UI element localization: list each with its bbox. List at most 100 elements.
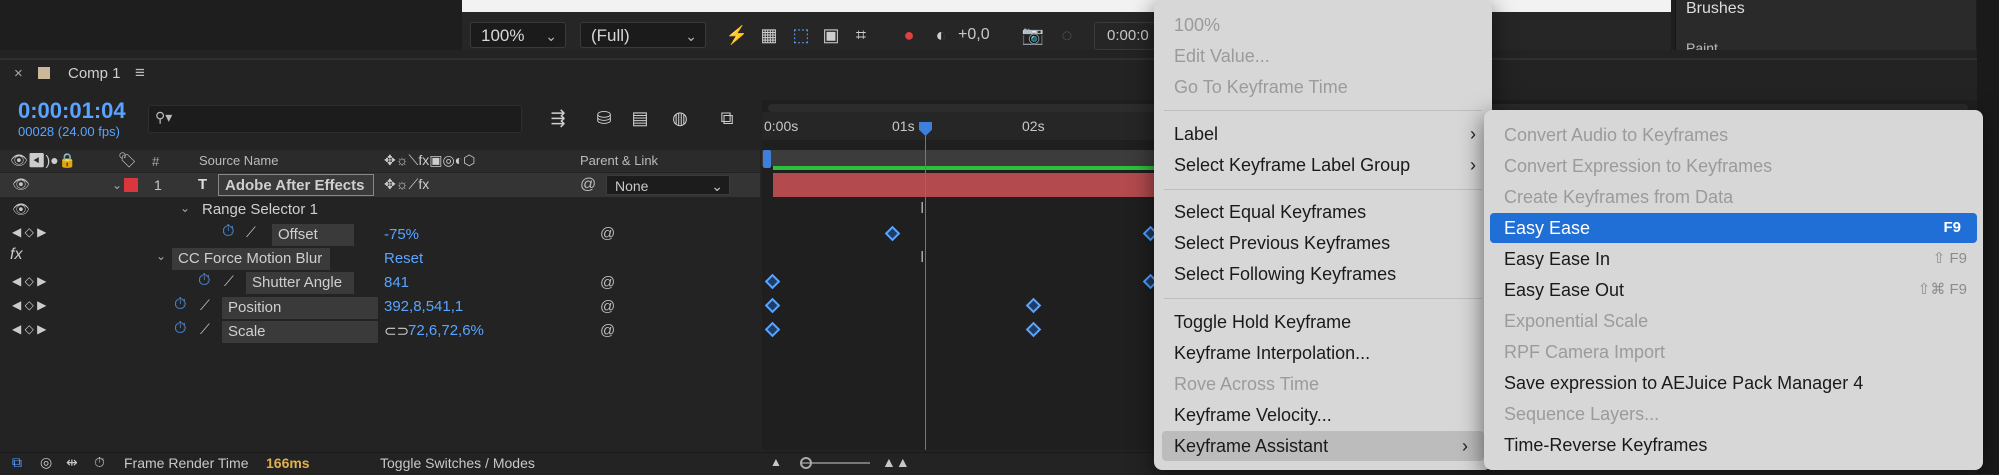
frame-blending-icon[interactable]: ◍	[667, 105, 693, 131]
zoom-select[interactable]: 100% ⌄	[470, 22, 566, 48]
paint-panel-title[interactable]: Paint	[1686, 40, 1718, 50]
exposure-value[interactable]: +0,0	[958, 22, 990, 48]
stopwatch-icon[interactable]: ⏱	[222, 223, 234, 241]
menu-item-label[interactable]: Label ›	[1154, 119, 1492, 149]
show-snapshot-icon[interactable]: ◌	[1054, 22, 1080, 48]
graph-icon[interactable]: ⟋	[200, 321, 210, 338]
fast-preview-icon[interactable]: ⚡	[724, 22, 750, 48]
expression-pick-whip-icon[interactable]: @	[600, 322, 615, 339]
shutter-angle-value[interactable]: 841	[384, 274, 409, 291]
comp-tab-label[interactable]: Comp 1	[68, 65, 121, 82]
pick-whip-icon[interactable]: @	[580, 176, 596, 194]
menu-item-select-equal-keyframes[interactable]: Select Equal Keyframes	[1154, 197, 1492, 227]
transfer-controls-icon[interactable]: ◎	[40, 454, 52, 471]
chevron-right-icon: ›	[1462, 436, 1468, 456]
layer-label-color[interactable]	[124, 178, 138, 192]
mask-path-icon[interactable]: ⬚	[788, 22, 814, 48]
chevron-down-icon[interactable]: ⌄	[112, 178, 122, 192]
layer-switches-toggle-icon[interactable]: ⧉	[12, 454, 22, 471]
chevron-down-icon[interactable]: ⌄	[156, 249, 166, 263]
snapshot-icon[interactable]: 📷	[1020, 22, 1046, 48]
position-value[interactable]: 392,8,541,1	[384, 298, 463, 315]
menu-item-keyframe-assistant[interactable]: Keyframe Assistant ›	[1162, 431, 1484, 461]
submenu-item-easy-ease-in[interactable]: Easy Ease In ⇧ F9	[1484, 244, 1983, 274]
region-of-interest-icon[interactable]: ▣	[818, 22, 844, 48]
stopwatch-icon[interactable]: ⏱	[174, 320, 186, 338]
menu-item-select-previous-keyframes[interactable]: Select Previous Keyframes	[1154, 228, 1492, 258]
submenu-item-easy-ease[interactable]: Easy Ease F9	[1490, 213, 1977, 243]
submenu-item-easy-ease-out[interactable]: Easy Ease Out ⇧⌘ F9	[1484, 275, 1983, 305]
zoom-out-icon[interactable]: ▲	[770, 455, 782, 469]
scale-value[interactable]: 72,6,72,6%	[408, 322, 484, 339]
brushes-panel-title[interactable]: Brushes	[1686, 0, 1745, 18]
composition-mini-flowchart-icon[interactable]: ⇶	[545, 105, 571, 131]
shy-layers-icon[interactable]: ▤	[627, 105, 653, 131]
graph-editor-icon[interactable]: ⧉	[714, 105, 740, 131]
parent-link-header[interactable]: Parent & Link	[580, 153, 658, 168]
source-name-header[interactable]: Source Name	[199, 153, 278, 168]
panel-menu-icon[interactable]: ≡	[135, 63, 145, 83]
eye-icon[interactable]: 👁	[12, 201, 30, 218]
stopwatch-icon[interactable]: ⏱	[198, 272, 210, 290]
close-icon[interactable]: ×	[14, 65, 23, 82]
layer-switches[interactable]: ✥☼⟋fx	[384, 176, 429, 193]
graph-icon[interactable]: ⟋	[246, 224, 256, 241]
keyframe-navigator[interactable]: ◀ ◇ ▶	[12, 225, 46, 239]
playhead-line[interactable]	[925, 124, 926, 450]
guides-icon[interactable]: ⌗	[848, 22, 874, 48]
menu-item-edit-value: Edit Value...	[1174, 46, 1270, 66]
submenu-item-save-expression-aejuice[interactable]: Save expression to AEJuice Pack Manager …	[1484, 368, 1983, 398]
zoom-in-icon[interactable]: ▲▲	[882, 454, 910, 470]
expression-pick-whip-icon[interactable]: @	[600, 274, 615, 291]
menu-item-toggle-hold-keyframe[interactable]: Toggle Hold Keyframe	[1154, 307, 1492, 337]
scale-property[interactable]: Scale	[222, 321, 378, 343]
frame-count: 00028 (24.00 fps)	[18, 124, 120, 139]
chevron-down-icon[interactable]: ⌄	[180, 201, 190, 215]
offset-value[interactable]: -75%	[384, 226, 419, 243]
zoom-slider-thumb[interactable]	[800, 457, 812, 469]
draft-3d-icon[interactable]: ⛁	[591, 105, 617, 131]
resolution-select[interactable]: (Full) ⌄	[580, 22, 706, 48]
keyframe-navigator[interactable]: ◀ ◇ ▶	[12, 298, 46, 312]
parent-select[interactable]: None ⌄	[606, 175, 730, 195]
offset-property[interactable]: Offset	[272, 224, 354, 246]
effect-fx-icon[interactable]: fx	[10, 246, 22, 264]
layer-number: 1	[154, 177, 162, 193]
menu-separator	[1164, 298, 1482, 299]
expression-pick-whip-icon[interactable]: @	[600, 225, 615, 242]
submenu-item-time-reverse-keyframes[interactable]: Time-Reverse Keyframes	[1484, 430, 1983, 460]
frame-render-time-label: Frame Render Time	[124, 455, 249, 471]
toggle-switches-modes[interactable]: Toggle Switches / Modes	[380, 455, 535, 471]
keyframe-assistant-submenu: Convert Audio to Keyframes Convert Expre…	[1484, 110, 1983, 470]
constrain-proportions-icon[interactable]: ⊂⊃	[384, 322, 409, 340]
effect-name[interactable]: CC Force Motion Blur	[172, 248, 330, 270]
expression-pick-whip-icon[interactable]: @	[600, 298, 615, 315]
chevron-down-icon: ⌄	[711, 178, 723, 194]
stopwatch-icon[interactable]: ⏱	[174, 296, 186, 314]
graph-icon[interactable]: ⟋	[200, 297, 210, 314]
work-area-start-handle[interactable]	[763, 150, 771, 168]
layer-name[interactable]: Adobe After Effects	[218, 174, 374, 196]
num-column-header: #	[152, 154, 160, 169]
in-out-icon[interactable]: ⇹	[66, 454, 78, 471]
channel-icon[interactable]: ●	[896, 22, 922, 48]
position-property[interactable]: Position	[222, 297, 378, 319]
menu-item-select-following-keyframes[interactable]: Select Following Keyframes	[1154, 259, 1492, 289]
effect-reset-link[interactable]: Reset	[384, 250, 423, 267]
current-timecode[interactable]: 0:00:01:04	[18, 98, 126, 124]
keyframe-navigator[interactable]: ◀ ◇ ▶	[12, 274, 46, 288]
keyframe-navigator[interactable]: ◀ ◇ ▶	[12, 322, 46, 336]
menu-item-keyframe-interpolation[interactable]: Keyframe Interpolation...	[1154, 338, 1492, 368]
shutter-angle-property[interactable]: Shutter Angle	[246, 272, 354, 294]
eye-icon[interactable]: 👁	[12, 176, 30, 193]
render-time-icon[interactable]: ⏱	[94, 454, 105, 471]
menu-item-keyframe-velocity[interactable]: Keyframe Velocity...	[1154, 400, 1492, 430]
reset-exposure-icon[interactable]: ◐	[928, 22, 954, 48]
graph-icon[interactable]: ⟋	[224, 273, 234, 290]
chevron-down-icon: ⌄	[545, 28, 557, 44]
menu-item-zoom: 100%	[1174, 15, 1221, 35]
search-input[interactable]: ⚲▾	[148, 105, 522, 133]
transparency-grid-icon[interactable]: ▦	[756, 22, 782, 48]
menu-item-select-keyframe-label-group[interactable]: Select Keyframe Label Group ›	[1154, 150, 1492, 180]
range-selector-label[interactable]: Range Selector 1	[202, 201, 318, 218]
